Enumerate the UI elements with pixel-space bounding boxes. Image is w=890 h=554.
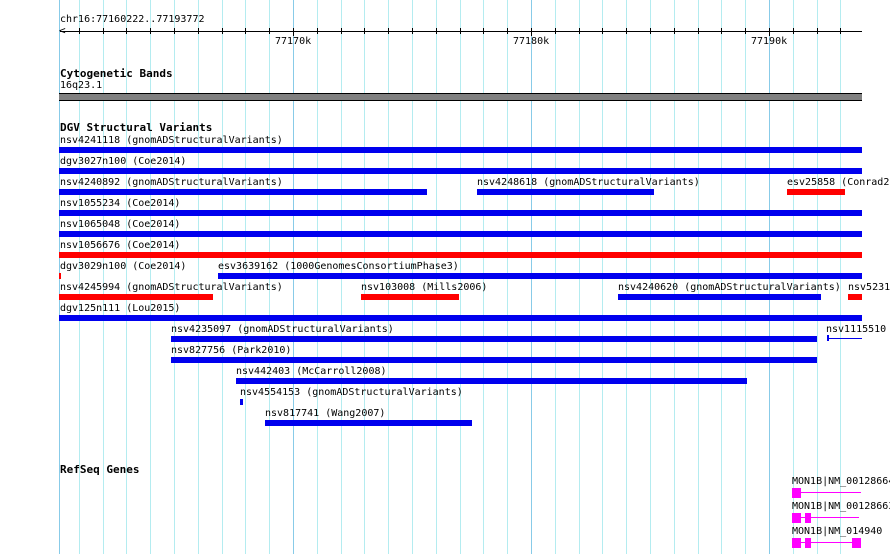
ruler-tick [245,28,246,34]
variant-bar[interactable] [236,378,747,384]
variant-label: nsv103008 (Mills2006) [361,282,488,293]
variant-label: nsv5231 [848,282,890,293]
ruler-tick [507,28,508,34]
variant-label: nsv4240892 (gnomADStructuralVariants) [60,177,283,188]
variant-label: nsv1055234 (Coe2014) [60,198,181,209]
variant-bar[interactable] [59,189,427,195]
variant-label: nsv1115510 [826,324,887,335]
ruler-tick [531,28,532,36]
gene-label: MON1B|NM_00128663 [792,501,890,512]
gene-label: MON1B|NM_00128664 [792,476,890,487]
ruler-tick [103,28,104,34]
variant-bar[interactable] [59,252,862,258]
ruler-tick [174,28,175,34]
tick-label: 77180k [513,36,550,47]
variant-label: nsv4245994 (gnomADStructuralVariants) [60,282,283,293]
ruler-tick [579,28,580,34]
ruler-tick [293,28,294,36]
variant-bar[interactable] [827,338,862,339]
variant-bar[interactable] [59,147,862,153]
variant-label: nsv1056676 (Coe2014) [60,240,181,251]
variant-bar[interactable] [848,294,862,300]
ruler-tick [460,28,461,34]
ruler-tick [817,28,818,34]
variant-label: nsv4248618 (gnomADStructuralVariants) [477,177,700,188]
variant-bar[interactable] [59,315,862,321]
variant-label: nsv4235097 (gnomADStructuralVariants) [171,324,394,335]
ruler-tick [364,28,365,34]
ruler-tick [840,28,841,34]
gene-label: MON1B|NM_014940 [792,526,883,537]
ruler-tick [721,28,722,34]
tick-label: 77190k [751,36,788,47]
ruler-tick [555,28,556,34]
ruler-tick [198,28,199,34]
variant-bar[interactable] [59,231,862,237]
gene-intron-line [801,492,861,493]
left-arrow-icon: < [59,24,66,37]
tick-label: 77170k [275,36,312,47]
variant-bar[interactable] [218,273,862,279]
variant-label: nsv827756 (Park2010) [171,345,292,356]
variant-bar[interactable] [265,420,472,426]
variant-bar[interactable] [618,294,821,300]
track-title-cytobands: Cytogenetic Bands [60,67,173,80]
variant-label: esv3639162 (1000GenomesConsortiumPhase3) [218,261,459,272]
ruler-tick [674,28,675,34]
ruler-tick [698,28,699,34]
variant-label: nsv442403 (McCarroll2008) [236,366,387,377]
ruler-tick [769,28,770,36]
ruler-tick [222,28,223,34]
grid-line [174,0,175,554]
variant-bar[interactable] [59,168,862,174]
variant-bar[interactable] [240,399,243,405]
variant-bar[interactable] [59,210,862,216]
variant-label: nsv817741 (Wang2007) [265,408,386,419]
variant-label: dgv3029n100 (Coe2014) [60,261,187,272]
band-label: 16q23.1 [60,80,103,91]
ruler-tick [126,28,127,34]
ruler-tick [150,28,151,34]
variant-label: nsv4554153 (gnomADStructuralVariants) [240,387,463,398]
variant-bar[interactable] [787,189,845,195]
variant-bar[interactable] [171,357,817,363]
variant-label: nsv4240620 (gnomADStructuralVariants) [618,282,841,293]
gene-exon[interactable] [792,513,801,523]
location-label: chr16:77160222..77193772 [60,14,205,25]
gene-exon[interactable] [792,538,801,548]
ruler-tick [745,28,746,34]
grid-line [150,0,151,554]
track-title-dgv: DGV Structural Variants [60,121,213,134]
variant-label: nsv4241118 (gnomADStructuralVariants) [60,135,283,146]
variant-label: nsv1065048 (Coe2014) [60,219,181,230]
ruler-tick [341,28,342,34]
gene-exon[interactable] [805,538,811,548]
grid-line [198,0,199,554]
variant-bar[interactable] [361,294,459,300]
cytoband-bar[interactable] [59,93,862,101]
ruler-tick [602,28,603,34]
variant-bar[interactable] [59,294,213,300]
ruler-axis[interactable] [60,31,862,32]
ruler-tick [79,28,80,34]
gene-exon[interactable] [805,513,811,523]
ruler-tick [483,28,484,34]
ruler-tick [436,28,437,34]
ruler-tick [412,28,413,34]
variant-bar[interactable] [59,273,61,279]
ruler-tick [317,28,318,34]
ruler-tick [626,28,627,34]
ruler-tick [650,28,651,34]
gene-exon[interactable] [852,538,861,548]
variant-bar[interactable] [171,336,817,342]
ruler-tick [269,28,270,34]
variant-label: esv25858 (Conrad2010) [787,177,890,188]
ruler-tick [388,28,389,34]
ruler-tick [793,28,794,34]
track-title-refseq: RefSeq Genes [60,463,140,476]
variant-bar[interactable] [477,189,654,195]
gene-exon[interactable] [792,488,801,498]
variant-label: dgv125n111 (Lou2015) [60,303,181,314]
variant-label: dgv3027n100 (Coe2014) [60,156,187,167]
